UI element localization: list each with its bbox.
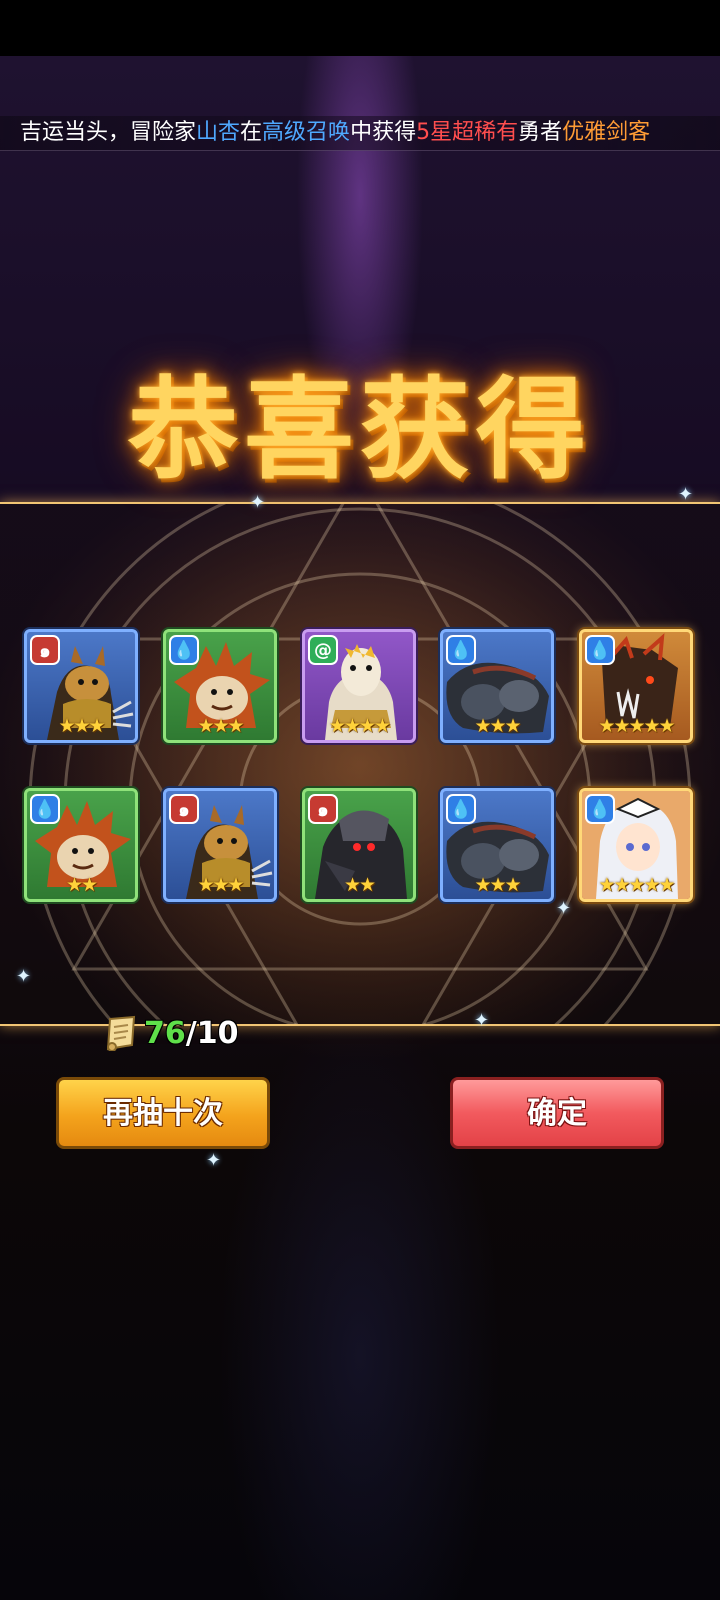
summon-scroll-icon xyxy=(106,1015,136,1051)
announcement-text: 吉运当头，冒险家山杏在高级召唤中获得5星超稀有勇者优雅剑客 xyxy=(20,120,650,146)
swirl-icon: ๑ xyxy=(169,794,199,824)
star-rating: ★★★ xyxy=(197,715,244,737)
reward-card-6[interactable]: 💧 ★★ xyxy=(24,788,138,902)
reward-card-1[interactable]: ๑ ★★★ xyxy=(24,629,138,743)
ticker-part-7: 勇者 xyxy=(518,120,563,145)
sparkle-icon: ✦ xyxy=(474,1010,490,1031)
water-drop-icon: 💧 xyxy=(585,794,615,824)
star-rating: ★★★★ xyxy=(328,715,391,737)
star-rating: ★★★ xyxy=(197,874,244,896)
scroll-required: /10 xyxy=(185,1016,239,1051)
ticker-part-5: 中获得 xyxy=(350,120,417,145)
status-bar xyxy=(0,0,720,56)
sparkle-icon: ✦ xyxy=(16,966,32,987)
reward-card-5[interactable]: 💧 ★★★★★ xyxy=(579,629,693,743)
sparkle-icon: ✦ xyxy=(206,1150,222,1171)
ticker-player-name: 山杏 xyxy=(196,120,241,145)
swirl-icon: ๑ xyxy=(30,635,60,665)
scroll-count: 76/10 xyxy=(144,1016,238,1052)
ticker-part-1: 吉运当头，冒险家 xyxy=(20,120,197,145)
reward-card-10[interactable]: 💧 ★★★★★ xyxy=(579,788,693,902)
water-drop-icon: 💧 xyxy=(169,635,199,665)
star-rating: ★★ xyxy=(343,874,376,896)
water-drop-icon: 💧 xyxy=(446,635,476,665)
congrats-title: 恭喜获得 xyxy=(128,365,592,494)
reward-card-9[interactable]: 💧 ★★★ xyxy=(440,788,554,902)
summon-ten-again-button[interactable]: 再抽十次 xyxy=(56,1077,270,1149)
star-rating: ★★★ xyxy=(474,715,521,737)
announcement-ticker: 吉运当头，冒险家山杏在高级召唤中获得5星超稀有勇者优雅剑客 xyxy=(0,116,720,151)
sparkle-icon: ✦ xyxy=(678,484,694,505)
star-rating: ★★★★★ xyxy=(598,874,675,896)
reward-panel xyxy=(0,502,720,1026)
water-drop-icon: 💧 xyxy=(30,794,60,824)
star-rating: ★★★ xyxy=(58,715,105,737)
sparkle-icon: ✦ xyxy=(250,492,266,513)
sparkle-icon: ✦ xyxy=(556,898,572,919)
confirm-button[interactable]: 确定 xyxy=(450,1077,664,1149)
swirl-icon: ๑ xyxy=(308,794,338,824)
water-drop-icon: 💧 xyxy=(446,794,476,824)
wind-icon: @ xyxy=(308,635,338,665)
magic-circle-decoration xyxy=(28,504,692,1024)
ticker-rarity: 5星超稀有 xyxy=(416,120,519,145)
reward-card-2[interactable]: 💧 ★★★ xyxy=(163,629,277,743)
reward-card-7[interactable]: ๑ ★★★ xyxy=(163,788,277,902)
water-drop-icon: 💧 xyxy=(585,635,615,665)
star-rating: ★★★★★ xyxy=(598,715,675,737)
ticker-part-3: 在 xyxy=(240,120,263,145)
star-rating: ★★★ xyxy=(474,874,521,896)
ticker-hero-name: 优雅剑客 xyxy=(562,120,651,145)
ticker-summon-type: 高级召唤 xyxy=(262,120,351,145)
reward-card-8[interactable]: ๑ ★★ xyxy=(302,788,416,902)
scroll-owned: 76 xyxy=(144,1016,186,1051)
reward-card-4[interactable]: 💧 ★★★ xyxy=(440,629,554,743)
reward-card-3[interactable]: @ ★★★★ xyxy=(302,629,416,743)
star-rating: ★★ xyxy=(65,874,98,896)
